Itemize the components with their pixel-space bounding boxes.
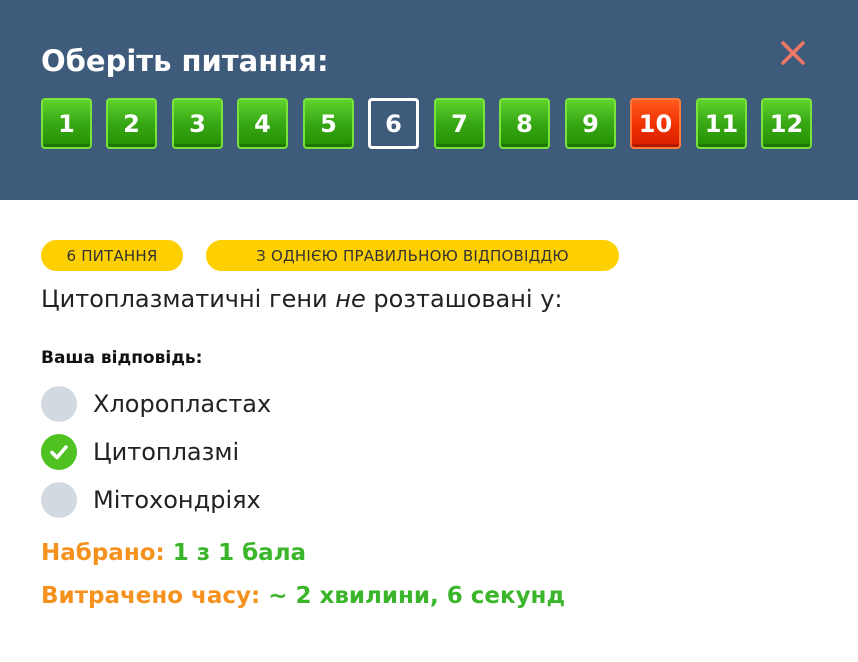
- question-button-2[interactable]: 2: [106, 98, 157, 149]
- your-answer-label: Ваша відповідь:: [41, 348, 203, 368]
- question-button-3[interactable]: 3: [172, 98, 223, 149]
- score-value: 1 з 1 бала: [172, 540, 307, 566]
- time-spent-line: Витрачено часу: ~ 2 хвилини, 6 секунд: [41, 583, 565, 609]
- question-text: Цитоплазматичні гени не розташовані у:: [41, 285, 563, 313]
- time-label: Витрачено часу:: [41, 583, 261, 609]
- question-emphasis: не: [335, 285, 366, 313]
- question-button-9[interactable]: 9: [565, 98, 616, 149]
- score-line: Набрано: 1 з 1 бала: [41, 540, 306, 566]
- answer-option-label: Мітохондріях: [93, 486, 261, 514]
- question-button-4[interactable]: 4: [237, 98, 288, 149]
- answer-option-3[interactable]: Мітохондріях: [41, 482, 261, 518]
- question-button-6-current[interactable]: 6: [368, 98, 419, 149]
- question-number-badge: 6 ПИТАННЯ: [41, 240, 183, 271]
- question-button-12[interactable]: 12: [761, 98, 812, 149]
- question-button-7[interactable]: 7: [434, 98, 485, 149]
- question-button-8[interactable]: 8: [499, 98, 550, 149]
- time-value: ~ 2 хвилини, 6 секунд: [268, 583, 566, 609]
- checkmark-icon[interactable]: [41, 434, 77, 470]
- radio-unchecked-icon[interactable]: [41, 386, 77, 422]
- answer-option-2[interactable]: Цитоплазмі: [41, 434, 239, 470]
- question-selector-header: Оберіть питання: 1 2 3 4 5 6 7 8 9 10 11…: [0, 0, 858, 200]
- question-type-badge: З ОДНІЄЮ ПРАВИЛЬНОЮ ВІДПОВІДДЮ: [206, 240, 619, 271]
- question-text-end: розташовані у:: [365, 285, 563, 313]
- dialog-title: Оберіть питання:: [41, 44, 329, 78]
- question-button-5[interactable]: 5: [303, 98, 354, 149]
- question-button-1[interactable]: 1: [41, 98, 92, 149]
- radio-unchecked-icon[interactable]: [41, 482, 77, 518]
- answer-option-label: Цитоплазмі: [93, 438, 240, 466]
- close-icon[interactable]: [778, 38, 808, 68]
- score-label: Набрано:: [41, 540, 165, 566]
- question-button-11[interactable]: 11: [696, 98, 747, 149]
- answer-option-1[interactable]: Хлоропластах: [41, 386, 271, 422]
- question-text-start: Цитоплазматичні гени: [41, 285, 336, 313]
- question-button-10-wrong[interactable]: 10: [630, 98, 681, 149]
- answer-option-label: Хлоропластах: [93, 390, 272, 418]
